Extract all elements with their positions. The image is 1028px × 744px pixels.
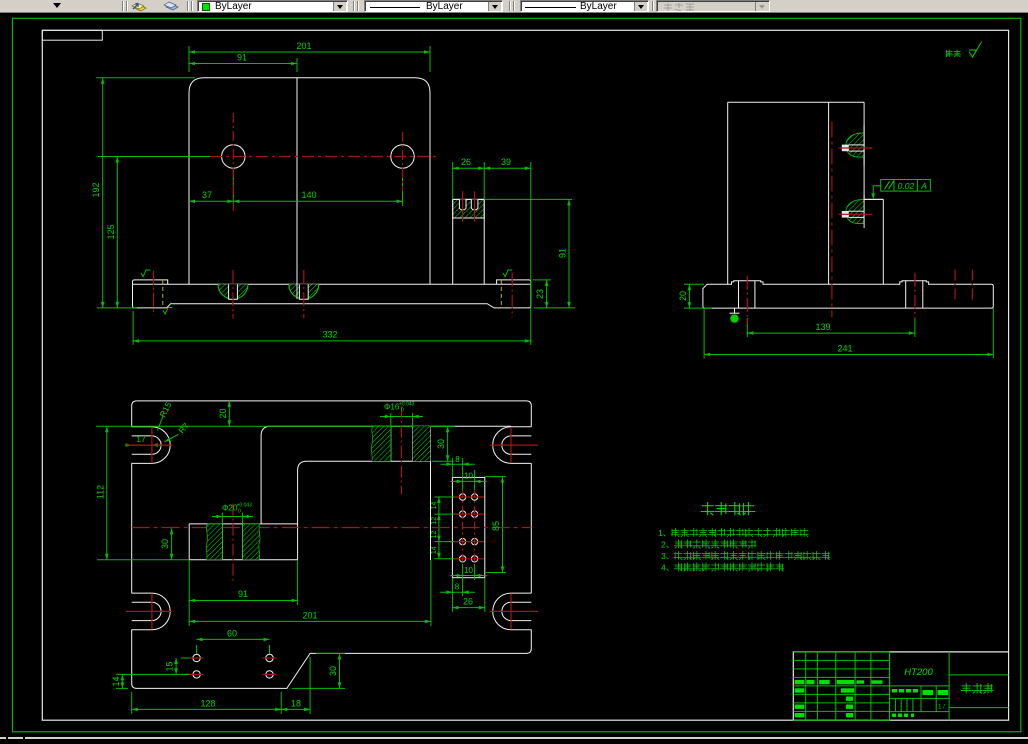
svg-text:112: 112 [95, 485, 105, 499]
svg-text:332: 332 [322, 330, 337, 340]
svg-text:0: 0 [401, 408, 404, 414]
svg-text:23: 23 [535, 289, 545, 299]
svg-text:A: A [920, 181, 927, 191]
svg-text:3、: 3、 [661, 551, 674, 561]
svg-text:14: 14 [431, 546, 438, 554]
svg-text:10: 10 [464, 566, 473, 575]
svg-text:HT200: HT200 [904, 667, 933, 678]
svg-text:30: 30 [328, 666, 338, 676]
svg-text:192: 192 [91, 182, 101, 197]
svg-text:8: 8 [455, 583, 460, 592]
svg-text:39: 39 [501, 157, 511, 167]
svg-text:0: 0 [238, 509, 241, 515]
svg-text:91: 91 [558, 248, 568, 258]
svg-text:14: 14 [111, 676, 121, 686]
svg-text:26: 26 [463, 597, 473, 607]
svg-text:37: 37 [202, 190, 212, 200]
svg-text:1、: 1、 [658, 528, 671, 538]
svg-text:12: 12 [431, 531, 438, 539]
svg-text:12: 12 [431, 517, 438, 525]
svg-text:0.02: 0.02 [898, 181, 915, 191]
svg-text:26: 26 [461, 157, 471, 167]
svg-text:201: 201 [296, 41, 311, 51]
svg-text:30: 30 [160, 539, 170, 549]
svg-text:91: 91 [237, 53, 247, 63]
svg-text:30: 30 [436, 439, 446, 449]
svg-text:2、: 2、 [661, 540, 674, 550]
svg-text:15: 15 [165, 661, 175, 671]
svg-text:14: 14 [431, 502, 438, 510]
svg-text:8: 8 [455, 455, 460, 464]
svg-text:1 /: 1 / [938, 705, 945, 711]
svg-text:Φ16: Φ16 [384, 403, 400, 412]
svg-text:201: 201 [302, 611, 317, 621]
svg-text:125: 125 [106, 224, 116, 239]
svg-text:140: 140 [301, 190, 316, 200]
svg-text:20: 20 [218, 408, 228, 418]
svg-text:85: 85 [491, 521, 501, 531]
svg-text:139: 139 [815, 322, 830, 332]
svg-text:18: 18 [291, 698, 301, 708]
svg-text:241: 241 [837, 344, 852, 354]
svg-text:91: 91 [238, 589, 248, 599]
svg-text:10: 10 [464, 472, 473, 481]
svg-text:128: 128 [200, 698, 215, 708]
svg-text:60: 60 [227, 628, 237, 638]
svg-text:17: 17 [136, 434, 146, 444]
svg-text:Φ20: Φ20 [222, 504, 238, 513]
svg-text:4、: 4、 [661, 563, 674, 573]
svg-text:20: 20 [678, 291, 688, 301]
